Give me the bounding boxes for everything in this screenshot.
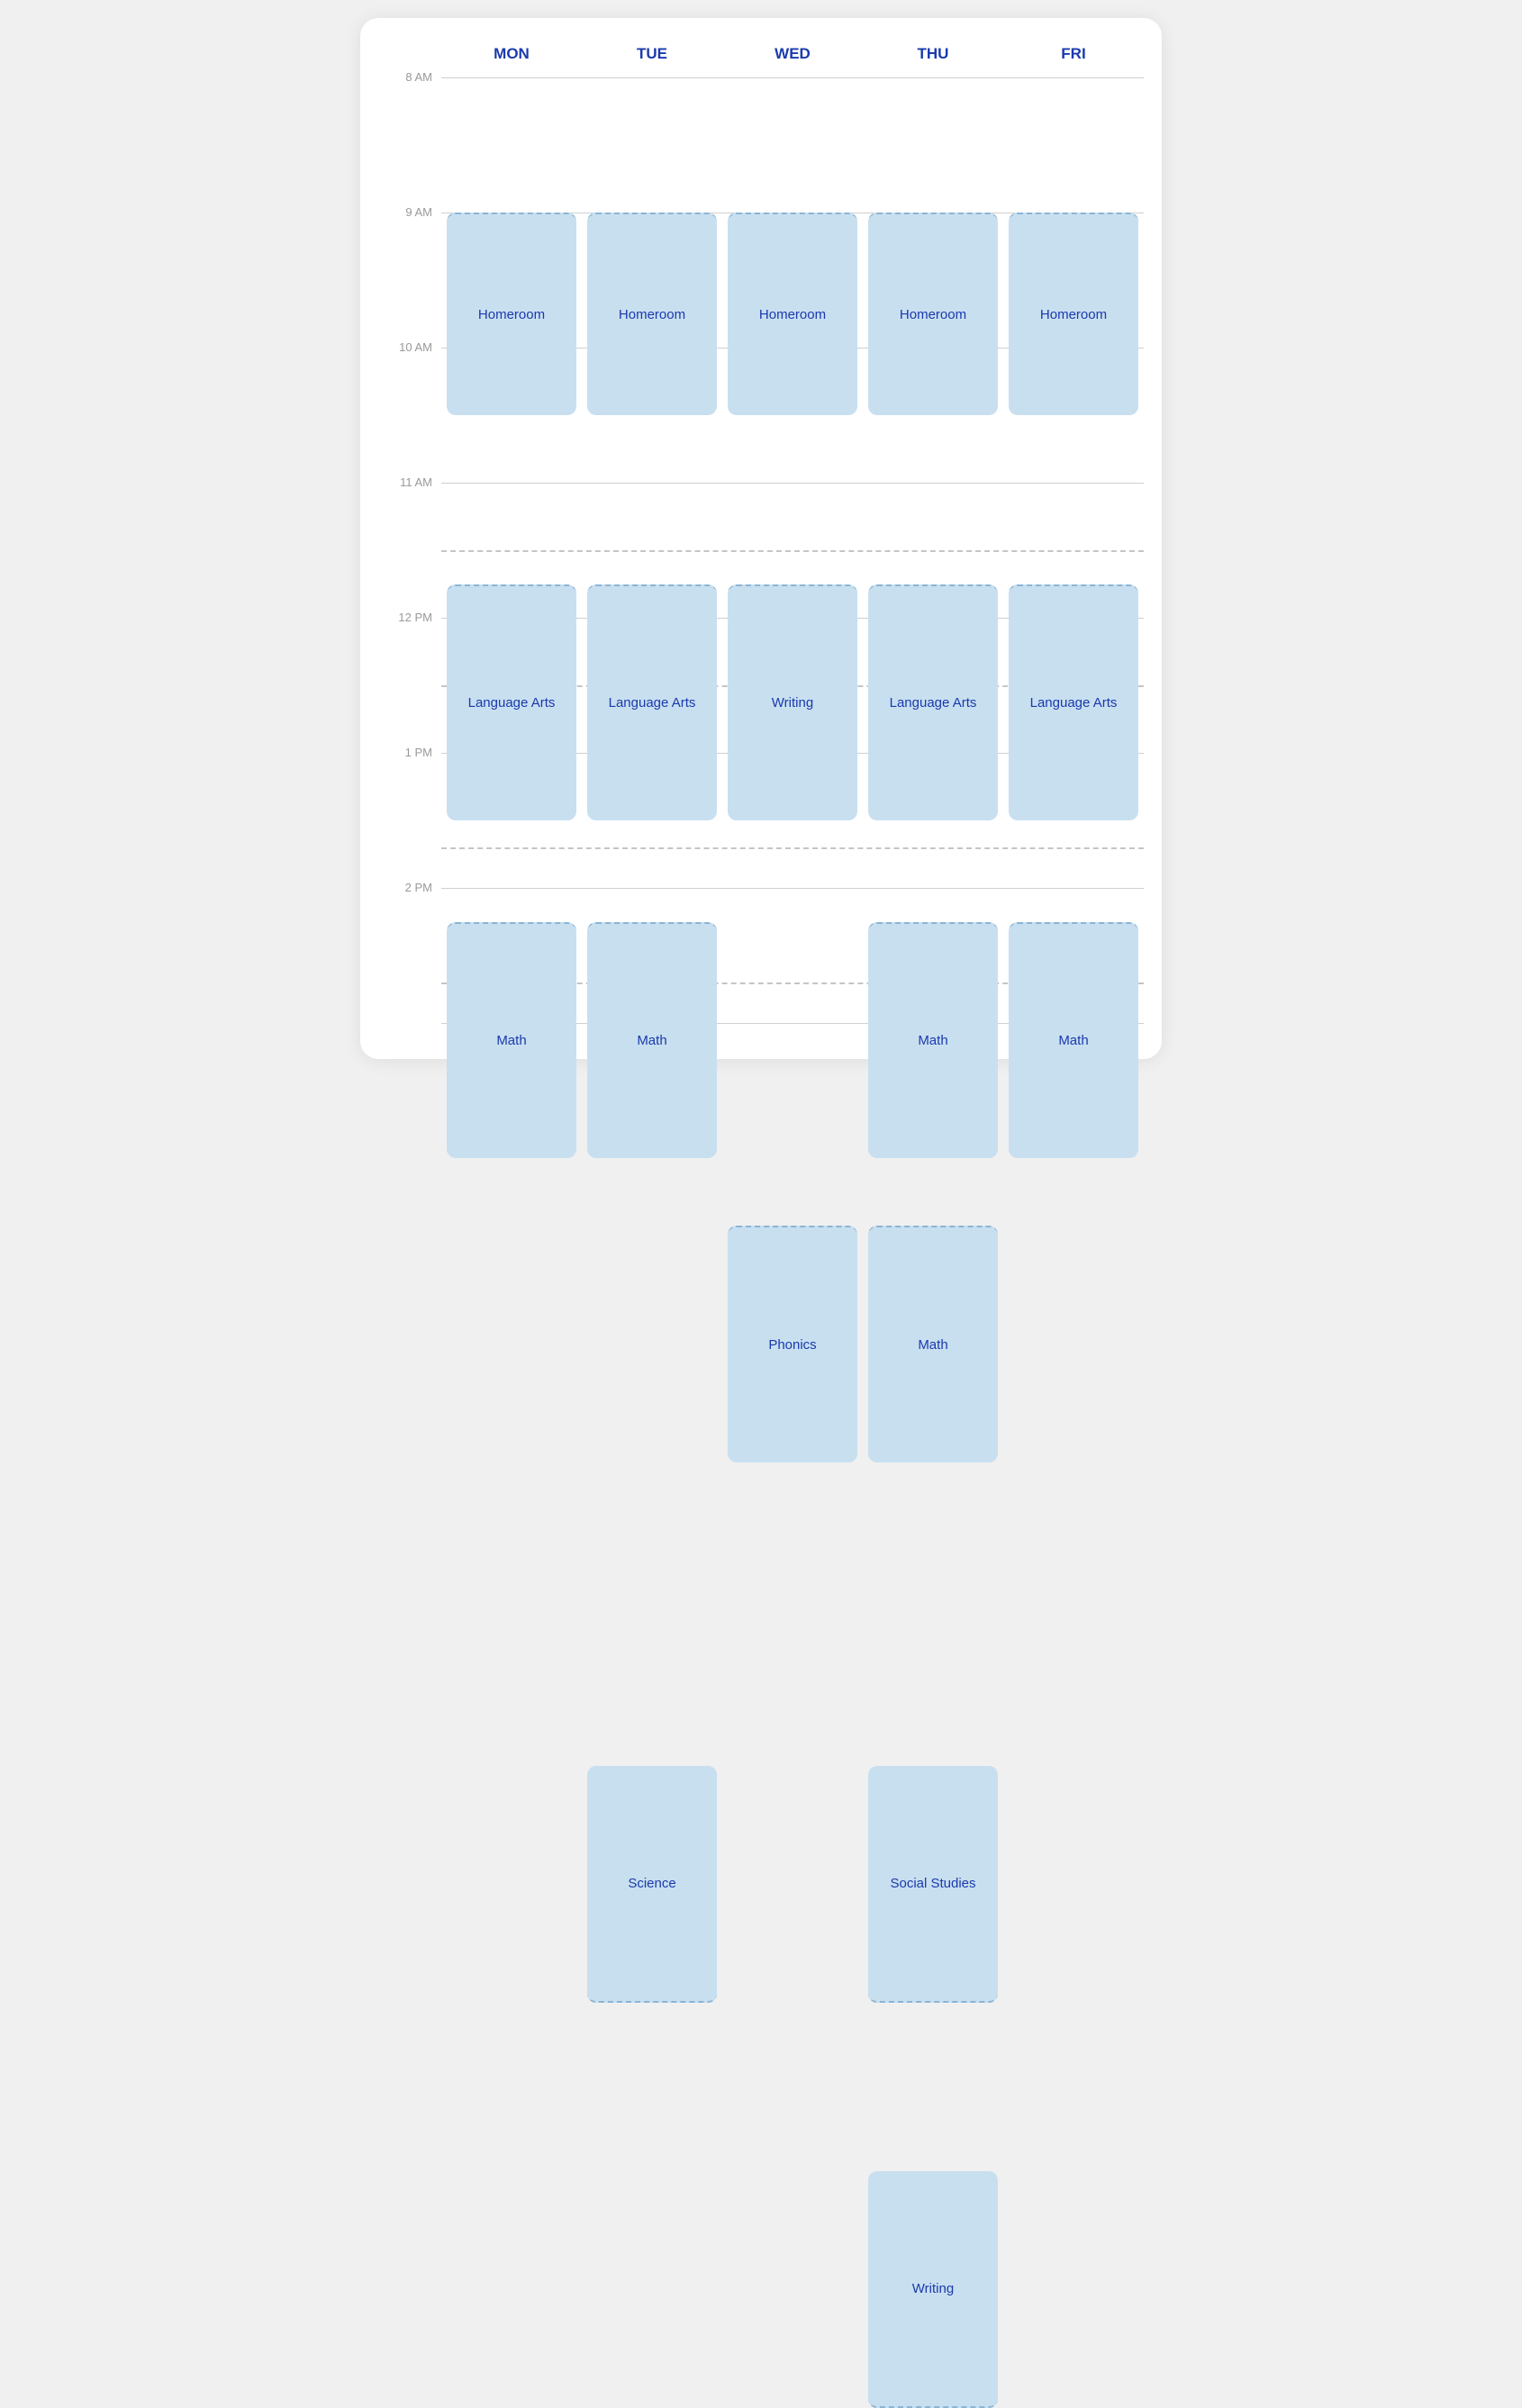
day-column-mon: HomeroomLanguage ArtsMath (441, 77, 582, 1023)
event-block-math-10[interactable]: Math (447, 922, 576, 1159)
day-column-thu: HomeroomLanguage ArtsMathMathSocial Stud… (863, 77, 1003, 1023)
day-column-fri: HomeroomLanguage ArtsMath (1003, 77, 1144, 1023)
day-header-fri: FRI (1003, 45, 1144, 77)
event-block-language-arts-9[interactable]: Language Arts (1009, 584, 1138, 821)
calendar-container: MON TUE WED THU FRI 8 AM 9 AM 10 AM 11 AM 12… (360, 18, 1162, 1059)
time-labels: 8 AM9 AM10 AM11 AM12 PM1 PM2 PM (378, 77, 441, 1023)
event-block-homeroom-4[interactable]: Homeroom (1009, 213, 1138, 415)
event-block-phonics-14[interactable]: Phonics (728, 1226, 857, 1462)
event-block-writing-7[interactable]: Writing (728, 584, 857, 821)
event-block-math-13[interactable]: Math (1009, 922, 1138, 1159)
event-label: Writing (912, 2281, 954, 2296)
time-label-8-am: 8 AM (405, 71, 432, 83)
event-label: Math (1058, 1033, 1088, 1048)
event-label: Social Studies (890, 1876, 975, 1891)
event-label: Homeroom (619, 307, 685, 322)
event-block-language-arts-8[interactable]: Language Arts (868, 584, 998, 821)
event-label: Math (918, 1033, 947, 1048)
event-block-language-arts-6[interactable]: Language Arts (587, 584, 717, 821)
schedule-body: 8 AM9 AM10 AM11 AM12 PM1 PM2 PM Homeroom… (378, 77, 1144, 1023)
event-label: Language Arts (890, 695, 977, 711)
event-block-writing-18[interactable]: Writing (868, 2171, 998, 2408)
day-header-thu: THU (863, 45, 1003, 77)
event-label: Homeroom (759, 307, 826, 322)
event-block-math-15[interactable]: Math (868, 1226, 998, 1462)
day-headers: MON TUE WED THU FRI (378, 45, 1144, 77)
time-label-12-pm: 12 PM (398, 611, 432, 623)
time-label-10-am: 10 AM (399, 341, 432, 353)
day-column-tue: HomeroomLanguage ArtsMathScience (582, 77, 722, 1023)
event-label: Writing (772, 695, 813, 711)
event-label: Math (496, 1033, 526, 1048)
day-header-mon: MON (441, 45, 582, 77)
event-block-social-studies-17[interactable]: Social Studies (868, 1766, 998, 2003)
event-label: Math (918, 1337, 947, 1353)
day-column-wed: HomeroomWritingPhonics (722, 77, 863, 1023)
event-label: Language Arts (609, 695, 696, 711)
event-block-language-arts-5[interactable]: Language Arts (447, 584, 576, 821)
event-label: Phonics (768, 1337, 816, 1353)
event-label: Math (637, 1033, 666, 1048)
time-label-2-pm: 2 PM (405, 882, 432, 893)
time-label-11-am: 11 AM (400, 476, 432, 488)
event-block-math-11[interactable]: Math (587, 922, 717, 1159)
event-label: Science (628, 1876, 675, 1891)
time-label-9-am: 9 AM (405, 206, 432, 218)
event-label: Homeroom (900, 307, 966, 322)
event-label: Homeroom (478, 307, 545, 322)
event-block-homeroom-1[interactable]: Homeroom (587, 213, 717, 415)
event-block-science-16[interactable]: Science (587, 1766, 717, 2003)
day-header-tue: TUE (582, 45, 722, 77)
event-block-math-12[interactable]: Math (868, 922, 998, 1159)
event-label: Language Arts (1030, 695, 1118, 711)
day-header-wed: WED (722, 45, 863, 77)
event-label: Homeroom (1040, 307, 1107, 322)
event-block-homeroom-3[interactable]: Homeroom (868, 213, 998, 415)
event-block-homeroom-2[interactable]: Homeroom (728, 213, 857, 415)
event-block-homeroom-0[interactable]: Homeroom (447, 213, 576, 415)
events-area: HomeroomLanguage ArtsMath HomeroomLangua… (441, 77, 1144, 1023)
time-label-1-pm: 1 PM (405, 747, 432, 758)
event-label: Language Arts (468, 695, 556, 711)
